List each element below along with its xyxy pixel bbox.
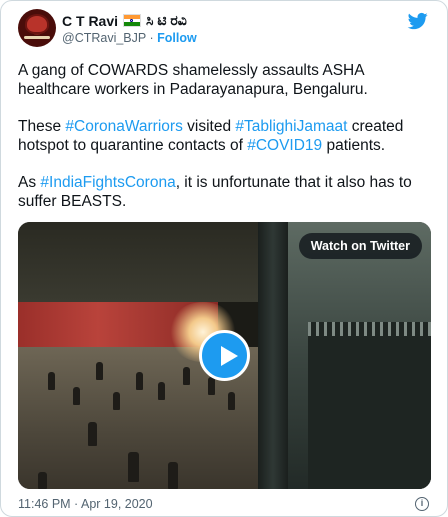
tweet-card: C T Ravi ಸಿ ಟಿ ರವಿ @CTRavi_BJP · Follow … xyxy=(0,0,448,517)
tweet-timestamp[interactable]: 11:46 PM · Apr 19, 2020 xyxy=(18,497,153,511)
hashtag-link[interactable]: #COVID19 xyxy=(247,137,322,154)
tweet-paragraph-2: These #CoronaWarriors visited #TablighiJ… xyxy=(18,117,433,155)
author-handle-line: @CTRavi_BJP · Follow xyxy=(62,31,197,45)
text-fragment: These xyxy=(18,118,66,135)
tweet-paragraph-3: As #IndiaFightsCorona, it is unfortunate… xyxy=(18,173,433,211)
video-player[interactable]: Watch on Twitter xyxy=(18,222,431,489)
author-name-native[interactable]: ಸಿ ಟಿ ರವಿ xyxy=(146,12,187,29)
tweet-paragraph-1: A gang of COWARDS shamelessly assaults A… xyxy=(18,62,368,98)
text-fragment: patients. xyxy=(322,137,386,154)
india-flag-icon xyxy=(123,14,142,27)
author-name-line[interactable]: C T Ravi ಸಿ ಟಿ ರವಿ xyxy=(62,12,187,29)
follow-button[interactable]: Follow xyxy=(157,31,197,45)
hashtag-link[interactable]: #CoronaWarriors xyxy=(65,118,182,135)
tweet-header: C T Ravi ಸಿ ಟಿ ರವಿ @CTRavi_BJP · Follow xyxy=(18,9,433,49)
watch-on-twitter-button[interactable]: Watch on Twitter xyxy=(298,233,422,259)
handle-separator: · xyxy=(149,31,154,45)
text-fragment: visited xyxy=(182,118,236,135)
avatar-emblem xyxy=(27,16,47,32)
hashtag-link[interactable]: #IndiaFightsCorona xyxy=(40,174,175,191)
text-fragment: As xyxy=(18,174,41,191)
author-handle[interactable]: @CTRavi_BJP xyxy=(62,31,146,45)
avatar[interactable] xyxy=(18,9,56,47)
hashtag-link[interactable]: #TablighiJamaat xyxy=(235,118,347,135)
tweet-text: A gang of COWARDS shamelessly assaults A… xyxy=(18,61,433,229)
avatar-caption xyxy=(24,36,50,39)
info-icon[interactable]: i xyxy=(415,497,429,511)
play-icon[interactable] xyxy=(199,330,250,381)
twitter-bird-icon[interactable] xyxy=(407,11,429,31)
author-name[interactable]: C T Ravi xyxy=(62,13,118,29)
